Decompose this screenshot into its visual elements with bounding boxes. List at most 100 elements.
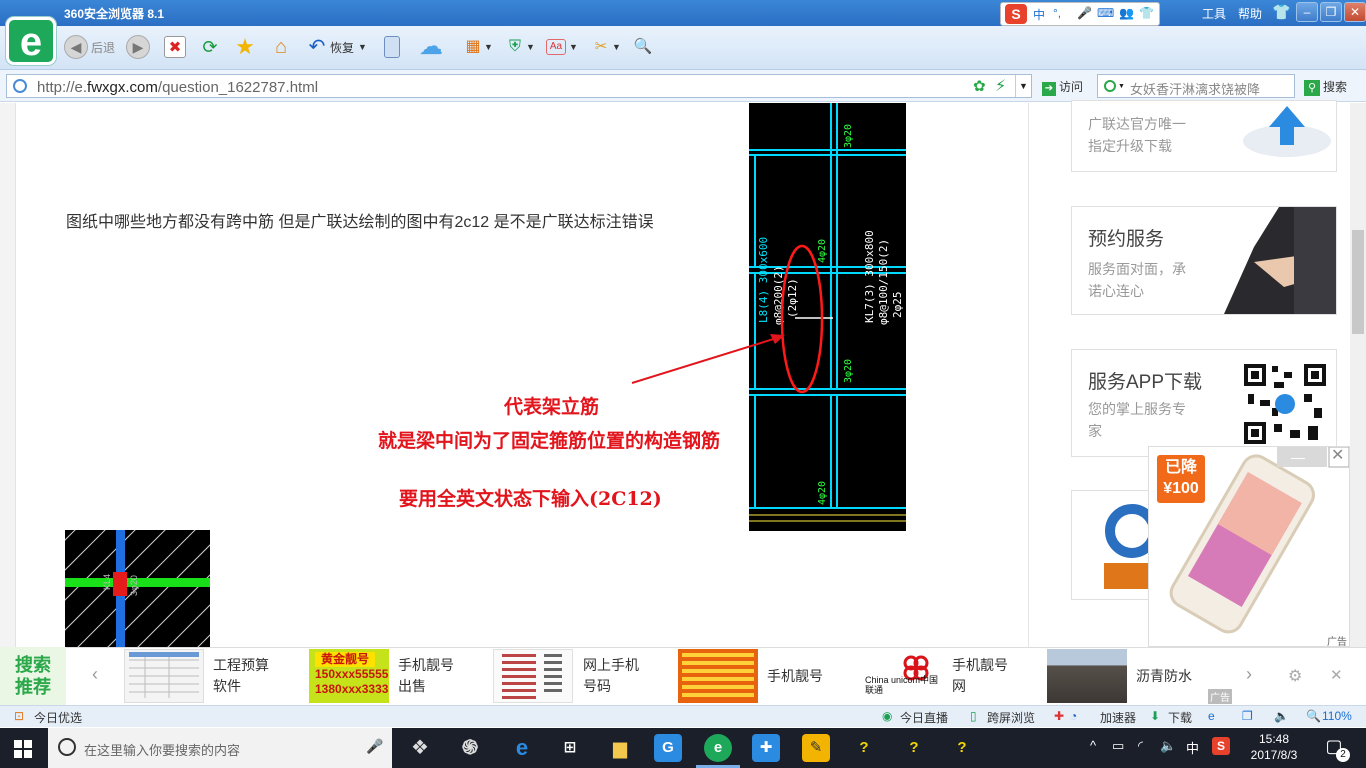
tray-ime-indicator[interactable]: 中	[1186, 738, 1199, 757]
stop-button[interactable]: ✖	[164, 34, 186, 60]
menu-tools[interactable]: 工具	[1202, 5, 1226, 22]
gift-icon[interactable]: ⊡	[14, 709, 24, 723]
go-button[interactable]: ➔ 访问	[1042, 78, 1083, 96]
service-app-card[interactable]: 服务APP下载 您的掌上服务专 家	[1071, 349, 1337, 457]
screenshot-button[interactable]: ✂ ▼	[590, 34, 621, 60]
file-explorer-icon[interactable]: ▆	[606, 734, 634, 762]
back-button[interactable]: ◀ 后退	[64, 34, 115, 60]
scrollbar-thumb[interactable]	[1352, 230, 1364, 334]
user-icon[interactable]: 👥	[1119, 6, 1134, 20]
recommend-next-icon[interactable]: ›	[1246, 664, 1252, 685]
recommend-prev-icon[interactable]: ‹	[92, 664, 98, 685]
sogou-icon[interactable]: S	[1005, 4, 1027, 24]
live-button[interactable]: 今日直播	[900, 709, 948, 726]
dropdown-arrow-icon[interactable]: ▼	[1118, 83, 1125, 90]
microphone-icon[interactable]: 🎤	[366, 738, 383, 755]
volume-icon[interactable]: 🔈	[1274, 709, 1289, 723]
menu-help[interactable]: 帮助	[1238, 5, 1262, 22]
battery-icon[interactable]: ▭	[1112, 738, 1124, 754]
home-button[interactable]: ⌂	[270, 34, 292, 60]
skin-icon[interactable]: 👕	[1139, 6, 1154, 20]
speed-icon[interactable]: ✿	[973, 77, 986, 95]
sogou-tray-icon[interactable]: S	[1212, 737, 1230, 755]
plus-app-icon[interactable]: ✚	[752, 734, 780, 762]
service-appointment-card[interactable]: 预约服务 服务面对面，承 诺心连心	[1071, 206, 1337, 315]
mobile-button[interactable]	[384, 34, 400, 60]
recommend-thumb-4[interactable]	[678, 649, 758, 703]
keyboard-icon[interactable]: ⌨	[1097, 6, 1114, 20]
windows-start-icon[interactable]	[14, 740, 32, 758]
download-button[interactable]: 下载	[1168, 709, 1192, 726]
translate-button[interactable]: Aa ▼	[546, 34, 578, 60]
notes-app-icon[interactable]: ✎	[802, 734, 830, 762]
accelerator-button[interactable]: 加速器	[1100, 709, 1136, 726]
ime-lang-indicator[interactable]: 中	[1033, 6, 1045, 23]
cross-screen-button[interactable]: 跨屏浏览	[987, 709, 1035, 726]
taskbar-search[interactable]: 在这里输入你要搜索的内容 🎤	[48, 728, 392, 768]
ime-toolbar[interactable]: S 中 °, 🎤 ⌨ 👥 👕	[1000, 2, 1160, 26]
recommend-item-5[interactable]: 手机靓号网	[952, 655, 1008, 697]
recommend-item-2[interactable]: 手机靓号 出售	[398, 655, 454, 697]
ie-icon[interactable]: e	[1208, 709, 1215, 723]
wifi-icon[interactable]: ◜	[1138, 738, 1143, 754]
search-input[interactable]: ▼ 女妖香汗淋漓求饶被降	[1097, 74, 1295, 98]
restore-button[interactable]: ↶ 恢复 ▼	[306, 34, 367, 60]
vertical-scrollbar[interactable]	[1350, 103, 1366, 647]
microphone-icon[interactable]: 🎤	[1077, 6, 1092, 20]
recommend-item-1[interactable]: 工程预算 软件	[213, 655, 269, 697]
svg-text:KL4: KL4	[102, 574, 112, 590]
cad-drawing-image[interactable]: L8(4) 300x600 φ8@200(2) (2φ12) KL7(3) 30…	[749, 103, 906, 531]
today-picks-link[interactable]: 今日优选	[34, 709, 82, 726]
search-engine-icon[interactable]	[1104, 80, 1116, 92]
favorites-button[interactable]: ★	[234, 34, 256, 60]
column-section-image[interactable]: KL4 3φ20	[65, 530, 210, 647]
browser-logo-icon[interactable]: e	[6, 17, 56, 65]
security-button[interactable]: ⛨ ▼	[504, 34, 535, 60]
ad-close-icon[interactable]: ✕	[1331, 445, 1344, 465]
apps-button[interactable]: ▦ ▼	[462, 34, 492, 60]
recommend-item-6[interactable]: 沥青防水	[1136, 666, 1192, 687]
tray-up-icon[interactable]: ^	[1090, 738, 1096, 753]
recommend-item-3[interactable]: 网上手机 号码	[583, 655, 639, 697]
window-icon[interactable]: ❐	[1242, 709, 1253, 723]
help-app-icon-3[interactable]: ?	[948, 734, 976, 762]
store-icon[interactable]: ⊞	[556, 734, 584, 762]
edge-icon[interactable]: e	[508, 734, 536, 762]
recommend-thumb-2[interactable]: 黄金靓号 150xxx55555 1380xxx3333	[309, 649, 389, 703]
forward-button[interactable]: ▶	[126, 34, 150, 60]
glodon-icon[interactable]: G	[654, 734, 682, 762]
ad-minimize-icon[interactable]: —	[1291, 449, 1305, 465]
clock[interactable]: 15:48 2017/8/3	[1244, 731, 1304, 763]
browser-360-icon[interactable]: e	[704, 734, 732, 762]
url-text[interactable]: http://e.fwxgx.com/question_1622787.html	[37, 79, 318, 96]
minimize-button[interactable]: –	[1296, 2, 1318, 22]
help-app-icon-2[interactable]: ?	[900, 734, 928, 762]
address-bar[interactable]: http://e.fwxgx.com/question_1622787.html…	[6, 74, 1032, 98]
help-app-icon-1[interactable]: ?	[850, 734, 878, 762]
zoom-button[interactable]: 🔍	[632, 34, 654, 60]
cloud-button[interactable]: ☁	[416, 34, 446, 60]
upgrade-card[interactable]: 广联达官方唯一 指定升级下载	[1071, 100, 1337, 172]
speaker-icon[interactable]: 🔈	[1160, 738, 1176, 754]
recommend-settings-icon[interactable]: ⚙	[1288, 666, 1302, 686]
recommend-close-icon[interactable]: ✕	[1330, 666, 1343, 684]
swirl-app-icon[interactable]: ֍	[456, 734, 484, 762]
refresh-button[interactable]: ⟳	[199, 34, 221, 60]
address-dropdown-icon[interactable]: ▼	[1015, 75, 1031, 97]
shirt-icon[interactable]: 👕	[1272, 3, 1291, 21]
recommend-thumb-5[interactable]: China unicom中国联通	[863, 649, 943, 703]
task-view-icon[interactable]: ❖	[406, 734, 434, 762]
maximize-button[interactable]: ❐	[1320, 2, 1342, 22]
close-button[interactable]: ✕	[1344, 2, 1366, 22]
recommend-thumb-3[interactable]	[493, 649, 573, 703]
recommend-item-4[interactable]: 手机靓号	[767, 666, 823, 687]
undo-icon: ↶	[308, 36, 326, 58]
punctuation-icon[interactable]: °,	[1053, 6, 1061, 20]
lightning-icon[interactable]: ⚡	[995, 76, 1006, 96]
recommend-thumb-6[interactable]	[1047, 649, 1127, 703]
recommend-thumb-1[interactable]	[124, 649, 204, 703]
zoom-level[interactable]: 110%	[1322, 709, 1352, 723]
search-button[interactable]: ⚲ 搜索	[1304, 78, 1347, 96]
phone-ad-popup[interactable]: 已降 ¥100 ✕ — 广告	[1148, 445, 1350, 648]
restore-label: 恢复	[330, 40, 355, 55]
